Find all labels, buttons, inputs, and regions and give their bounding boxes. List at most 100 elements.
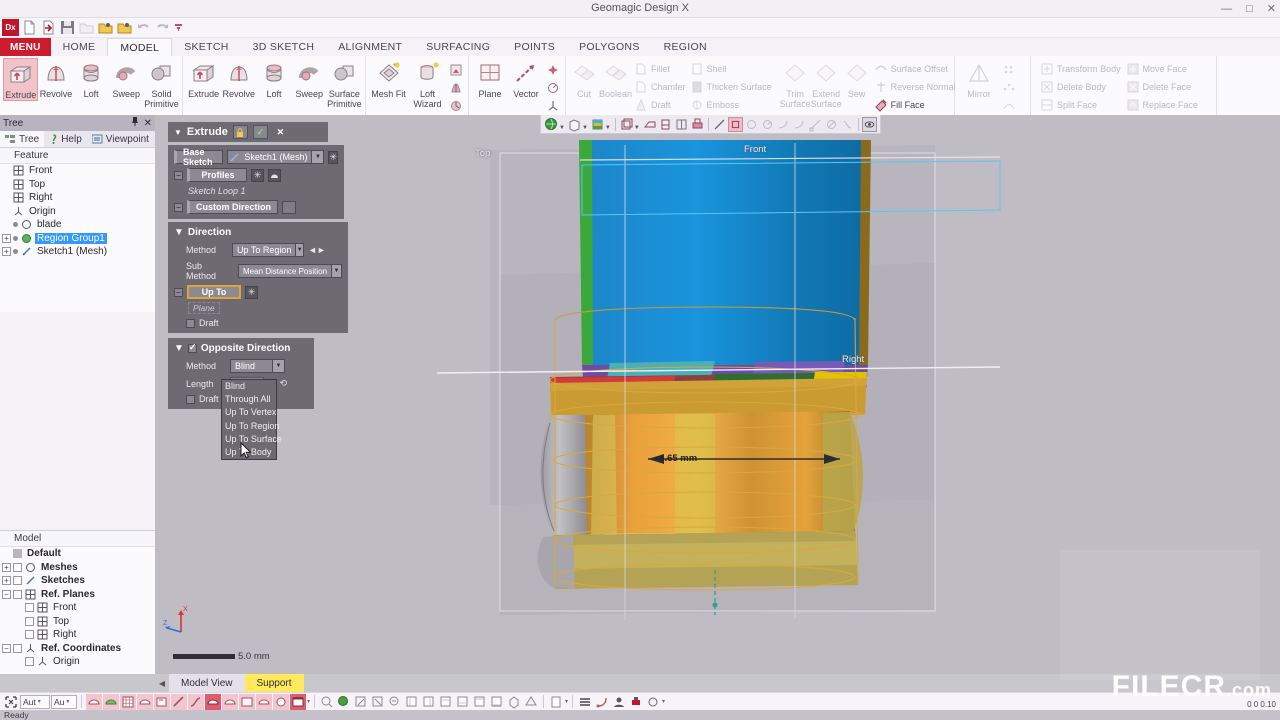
expander[interactable]: − <box>2 643 11 653</box>
bottom-view-icon[interactable] <box>489 694 505 710</box>
chevron-down-icon[interactable]: ▼ <box>559 125 565 131</box>
direction-sub-method-select[interactable]: Mean Distance Position ▼ <box>238 264 342 278</box>
button-sweep-surface[interactable]: Sweep <box>292 58 327 99</box>
button-trim-surface[interactable]: Trim Surface <box>780 58 811 109</box>
pan-icon[interactable] <box>353 694 369 710</box>
visibility-checkbox[interactable] <box>13 562 22 572</box>
point-cloud-icon[interactable] <box>611 694 627 710</box>
grid-select-icon[interactable] <box>120 693 136 710</box>
tree-item-blade[interactable]: blade <box>0 218 155 232</box>
visibility-icon[interactable] <box>861 116 877 132</box>
reset-icon[interactable]: ⟲ <box>280 378 288 389</box>
chevron-down-icon[interactable]: ▼ <box>295 244 303 256</box>
chevron-down-icon[interactable]: ▾ <box>38 698 41 705</box>
lock-icon[interactable] <box>232 125 248 139</box>
rotate-icon[interactable] <box>370 694 386 710</box>
app-logo-icon[interactable]: Dx <box>2 19 19 36</box>
maximize-button[interactable]: □ <box>1246 0 1253 18</box>
bounding-box-icon[interactable] <box>619 117 634 132</box>
button-revolve-surface[interactable]: Revolve <box>221 58 256 99</box>
button-extend-surface[interactable]: Extend Surface <box>811 58 842 109</box>
button-ref-coordinate[interactable] <box>544 97 562 114</box>
tab-surfacing[interactable]: SURFACING <box>414 38 502 56</box>
import-icon[interactable] <box>40 19 57 36</box>
selection-mode-icon[interactable] <box>3 694 19 710</box>
profiles-collapse-toggle[interactable]: − <box>174 170 183 180</box>
all-select-icon[interactable] <box>290 693 306 710</box>
light-icon[interactable] <box>645 694 661 710</box>
button-exact-surface[interactable] <box>447 79 465 96</box>
visibility-checkbox[interactable] <box>13 576 22 586</box>
button-ref-polyline[interactable] <box>544 79 562 96</box>
draft-checkbox[interactable] <box>186 394 195 404</box>
feature-select-icon[interactable] <box>273 693 289 710</box>
split-view-icon[interactable] <box>674 117 689 132</box>
close-button[interactable]: ✕ <box>1267 0 1276 18</box>
visibility-checkbox[interactable] <box>25 603 34 613</box>
profiles-chip[interactable]: Profiles <box>187 168 247 182</box>
tab-region[interactable]: REGION <box>652 38 719 56</box>
model-item-ref-planes[interactable]: − Ref. Planes <box>0 588 155 602</box>
model-item-top[interactable]: Top <box>0 615 155 629</box>
visible-select-icon[interactable] <box>256 693 272 710</box>
zoom-fit-icon[interactable] <box>319 694 335 710</box>
tab-home[interactable]: HOME <box>51 38 108 56</box>
button-reverse-normal[interactable]: Reverse Normal <box>872 78 958 95</box>
direction-method-select[interactable]: Up To Region ▼ <box>232 243 304 257</box>
measure-vector-icon[interactable] <box>808 117 823 132</box>
tree-item-front[interactable]: Front <box>0 164 155 178</box>
back-view-icon[interactable] <box>421 694 437 710</box>
color-mode-icon[interactable] <box>590 117 605 132</box>
plane-value[interactable]: Plane <box>188 302 220 314</box>
measure-line-icon[interactable] <box>712 117 727 132</box>
model-item-front[interactable]: Front <box>0 601 155 615</box>
model-item-sketches[interactable]: + Sketches <box>0 574 155 588</box>
profiles-item[interactable]: Sketch Loop 1 <box>174 186 338 196</box>
model-item-default[interactable]: Default <box>0 547 155 561</box>
button-cut[interactable]: Cut <box>569 58 599 99</box>
filter-mode-combo[interactable]: Au ▾ <box>51 694 77 709</box>
top-view-icon[interactable] <box>472 694 488 710</box>
custom-direction-collapse-toggle[interactable]: − <box>174 202 183 212</box>
chevron-down-icon[interactable]: ▾ <box>565 698 568 705</box>
zoom-icon[interactable] <box>387 694 403 710</box>
button-replace-face[interactable]: Replace Face <box>1124 96 1213 113</box>
visibility-dot-icon[interactable] <box>13 235 18 241</box>
model-item-meshes[interactable]: + Meshes <box>0 561 155 575</box>
model-item-right[interactable]: Right <box>0 628 155 642</box>
tree-item-top[interactable]: Top <box>0 178 155 192</box>
measure-delete-icon[interactable] <box>840 117 855 132</box>
draft-checkbox[interactable] <box>186 318 195 328</box>
button-loft-solid[interactable]: Loft <box>74 58 109 99</box>
expander[interactable]: + <box>2 247 11 257</box>
button-mirror[interactable]: Mirror <box>958 58 1000 99</box>
button-surface-offset[interactable]: Surface Offset <box>872 60 958 77</box>
button-ref-point[interactable] <box>544 61 562 78</box>
visibility-checkbox[interactable] <box>13 643 22 653</box>
measure-area-icon[interactable] <box>727 116 743 132</box>
profiles-pick-button[interactable] <box>268 168 281 182</box>
undo-icon[interactable] <box>135 19 152 36</box>
view-mode-icon[interactable] <box>544 117 559 132</box>
front-view-icon[interactable] <box>404 694 420 710</box>
profiles-clear-button[interactable]: ✳ <box>251 168 264 182</box>
button-chamfer[interactable]: Chamfer <box>632 78 688 95</box>
new-file-icon[interactable] <box>21 19 38 36</box>
open-folder-disabled-icon[interactable] <box>78 19 95 36</box>
visibility-dot-icon[interactable] <box>13 222 18 228</box>
customize-qat-icon[interactable] <box>173 19 184 36</box>
tab-viewpoint[interactable]: Viewpoint <box>87 131 154 147</box>
tab-tree[interactable]: Tree <box>0 131 45 147</box>
button-vector[interactable]: Vector <box>508 58 544 99</box>
button-surface-primitive[interactable]: Surface Primitive <box>327 58 362 109</box>
base-sketch-clear-button[interactable]: ✳ <box>328 150 338 164</box>
button-delete-body[interactable]: Delete Body <box>1038 78 1124 95</box>
chevron-down-icon[interactable]: ▾ <box>66 698 69 705</box>
button-loft-wizard[interactable]: Loft Wizard <box>408 58 447 109</box>
rectangle-select-icon[interactable] <box>86 693 102 710</box>
wireframe-icon[interactable] <box>548 694 564 710</box>
tree-item-right[interactable]: Right <box>0 191 155 205</box>
measure-angle-icon[interactable] <box>776 117 791 132</box>
pin-icon[interactable] <box>131 117 139 129</box>
tree-item-sketch1[interactable]: + Sketch1 (Mesh) <box>0 245 155 259</box>
